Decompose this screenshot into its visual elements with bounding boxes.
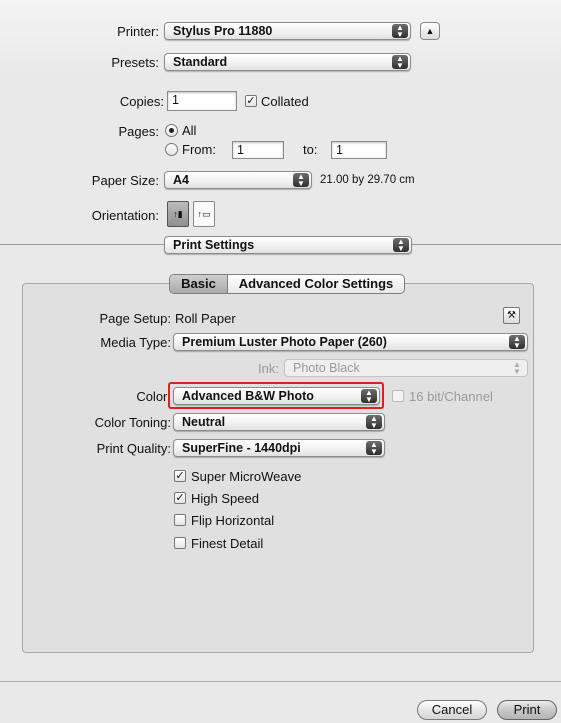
flip-horizontal-checkbox[interactable] <box>174 514 186 526</box>
pages-from-input[interactable]: 1 <box>232 141 284 159</box>
tab-basic-label: Basic <box>181 276 216 291</box>
landscape-orientation-icon: ↑▭ <box>197 209 211 219</box>
popup-arrows-icon: ▲ ▼ <box>392 55 408 70</box>
16bit-checkbox[interactable] <box>392 390 404 402</box>
pages-all-label: All <box>182 123 197 138</box>
popup-arrows-icon: ▲ ▼ <box>361 389 377 404</box>
tab-bar: Basic Advanced Color Settings <box>169 274 405 294</box>
paper-dimensions: 21.00 by 29.70 cm <box>320 174 415 186</box>
print-quality-label: Print Quality: <box>96 441 171 456</box>
bottom-divider <box>0 681 561 682</box>
color-value: Advanced B&W Photo <box>182 389 314 403</box>
copies-input[interactable]: 1 <box>167 91 237 111</box>
presets-select[interactable]: Standard ▲ ▼ <box>164 53 411 71</box>
section-select[interactable]: Print Settings ▲ ▼ <box>164 236 412 254</box>
page-setup-label: Page Setup: <box>99 311 171 326</box>
paper-size-label: Paper Size: <box>91 173 159 188</box>
high-speed-label: High Speed <box>191 491 259 506</box>
portrait-orientation-icon: ↑▮ <box>173 209 183 219</box>
pages-all-radio[interactable] <box>165 124 178 137</box>
color-toning-select[interactable]: Neutral ▲ ▼ <box>173 413 385 431</box>
printer-select[interactable]: Stylus Pro 11880 ▲ ▼ <box>164 22 411 40</box>
expand-dialog-button[interactable]: ▲ <box>420 22 440 40</box>
tab-basic[interactable]: Basic <box>170 275 228 293</box>
pages-from-label: From: <box>182 142 216 157</box>
color-label: Color: <box>136 389 171 404</box>
orientation-portrait-button[interactable]: ↑▮ <box>167 201 189 227</box>
ink-label: Ink: <box>258 361 279 376</box>
flip-horizontal-label: Flip Horizontal <box>191 513 275 528</box>
popup-arrows-icon: ▲ ▼ <box>366 441 382 456</box>
print-quality-select[interactable]: SuperFine - 1440dpi ▲ ▼ <box>173 439 385 457</box>
color-toning-value: Neutral <box>182 415 226 429</box>
presets-value: Standard <box>173 55 228 69</box>
printer-label: Printer: <box>117 24 159 39</box>
collated-checkbox[interactable]: ✓ <box>245 95 257 107</box>
print-quality-value: SuperFine - 1440dpi <box>182 441 301 455</box>
popup-arrows-icon: ▲ ▼ <box>509 335 525 350</box>
tools-icon: ⚒ <box>507 310 516 321</box>
paper-size-value: A4 <box>173 173 189 187</box>
orientation-landscape-button[interactable]: ↑▭ <box>193 201 215 227</box>
super-microweave-checkbox[interactable]: ✓ <box>174 470 186 482</box>
color-toning-label: Color Toning: <box>94 415 171 430</box>
pages-to-label: to: <box>303 142 318 157</box>
section-value: Print Settings <box>173 238 255 252</box>
ink-value: Photo Black <box>293 361 360 375</box>
popup-arrows-icon: ▲ ▼ <box>393 238 409 253</box>
popup-arrows-icon: ▲ ▼ <box>513 360 521 376</box>
paper-config-button[interactable]: ⚒ <box>503 307 520 324</box>
paper-size-select[interactable]: A4 ▲ ▼ <box>164 171 312 189</box>
copies-label: Copies: <box>119 94 164 109</box>
16bit-label: 16 bit/Channel <box>409 389 493 404</box>
finest-detail-label: Finest Detail <box>191 536 264 551</box>
tab-advanced-label: Advanced Color Settings <box>238 276 394 291</box>
media-type-select[interactable]: Premium Luster Photo Paper (260) ▲ ▼ <box>173 333 528 351</box>
orientation-label: Orientation: <box>91 208 159 223</box>
print-button[interactable]: Print <box>497 700 557 720</box>
high-speed-checkbox[interactable]: ✓ <box>174 492 186 504</box>
popup-arrows-icon: ▲ ▼ <box>366 415 382 430</box>
pages-from-radio[interactable] <box>165 143 178 156</box>
color-select[interactable]: Advanced B&W Photo ▲ ▼ <box>173 387 380 405</box>
printer-value: Stylus Pro 11880 <box>173 24 273 38</box>
pages-to-input[interactable]: 1 <box>331 141 387 159</box>
collated-label: Collated <box>261 94 309 109</box>
cancel-button[interactable]: Cancel <box>417 700 487 720</box>
media-type-label: Media Type: <box>100 335 171 350</box>
ink-select: Photo Black ▲ ▼ <box>284 359 528 377</box>
finest-detail-checkbox[interactable] <box>174 537 186 549</box>
triangle-up-icon: ▲ <box>425 26 435 36</box>
popup-arrows-icon: ▲ ▼ <box>392 24 408 39</box>
tab-advanced-color[interactable]: Advanced Color Settings <box>228 275 404 293</box>
presets-label: Presets: <box>111 55 159 70</box>
popup-arrows-icon: ▲ ▼ <box>293 173 309 188</box>
page-setup-value: Roll Paper <box>175 311 236 326</box>
pages-label: Pages: <box>118 124 159 139</box>
media-type-value: Premium Luster Photo Paper (260) <box>182 335 387 349</box>
super-microweave-label: Super MicroWeave <box>191 469 302 484</box>
